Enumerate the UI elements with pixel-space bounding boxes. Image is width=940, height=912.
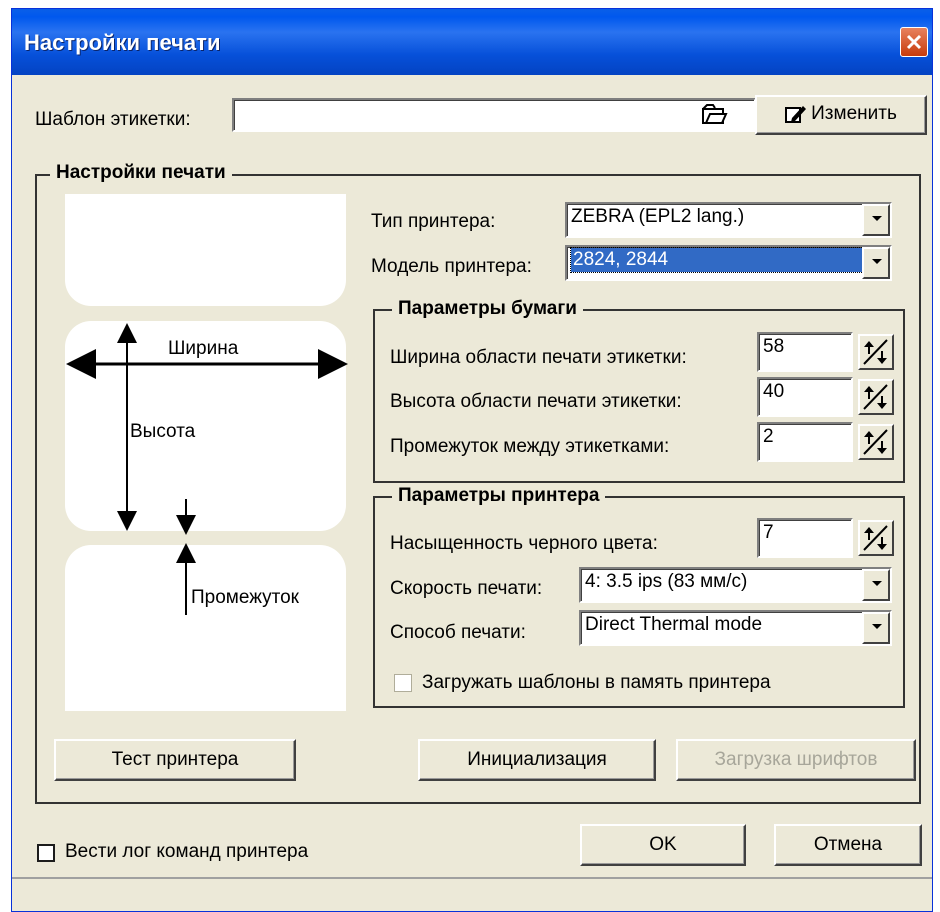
spin-arrows-icon [863, 339, 888, 365]
printer-type-dropdown-arrow[interactable] [862, 204, 890, 236]
print-settings-dialog: Настройки печати Шаблон этикетки: Измени… [11, 8, 933, 912]
spin-arrows-icon [863, 384, 888, 410]
spin-arrows-icon [863, 429, 888, 455]
printer-type-value: ZEBRA (EPL2 lang.) [571, 206, 745, 227]
speed-value: 4: 3.5 ips (83 мм/с) [585, 571, 748, 592]
paper-gap-label: Промежуток между этикетками: [390, 436, 670, 457]
print-mode-dropdown-arrow[interactable] [862, 612, 890, 644]
upload-templates-label: Загружать шаблоны в память принтера [422, 672, 771, 693]
log-commands-checkbox[interactable] [37, 844, 55, 862]
paper-width-spinner[interactable] [858, 334, 894, 370]
paper-height-input[interactable]: 40 [757, 377, 853, 417]
printer-type-label: Тип принтера: [371, 211, 496, 232]
print-mode-select[interactable]: Direct Thermal mode [579, 610, 892, 646]
paper-gap-input[interactable]: 2 [757, 422, 853, 462]
darkness-input[interactable]: 7 [757, 518, 853, 558]
printer-model-select[interactable]: 2824, 2844 [565, 245, 892, 281]
darkness-label: Насыщенность черного цвета: [390, 533, 658, 554]
load-fonts-button[interactable]: Загрузка шрифтов [676, 739, 916, 781]
paper-height-spinner[interactable] [858, 379, 894, 415]
paper-height-label: Высота области печати этикетки: [390, 391, 682, 412]
printer-model-dropdown-arrow[interactable] [862, 247, 890, 279]
ok-button[interactable]: OK [580, 824, 746, 866]
paper-width-label: Ширина области печати этикетки: [390, 347, 687, 368]
diagram-gap-label: Промежуток [191, 587, 299, 608]
diagram-width-label: Ширина [168, 338, 239, 359]
cancel-button[interactable]: Отмена [774, 824, 922, 866]
speed-select[interactable]: 4: 3.5 ips (83 мм/с) [579, 567, 892, 603]
initialize-button[interactable]: Инициализация [418, 739, 656, 781]
print-mode-label: Способ печати: [390, 622, 526, 643]
paper-width-input[interactable]: 58 [757, 332, 853, 372]
speed-label: Скорость печати: [390, 578, 543, 599]
printer-model-value: 2824, 2844 [570, 247, 870, 273]
spin-arrows-icon [863, 525, 888, 551]
darkness-spinner[interactable] [858, 520, 894, 556]
test-printer-button[interactable]: Тест принтера [54, 739, 296, 781]
paper-gap-spinner[interactable] [858, 424, 894, 460]
speed-dropdown-arrow[interactable] [862, 569, 890, 601]
upload-templates-checkbox[interactable] [394, 674, 412, 692]
log-commands-label: Вести лог команд принтера [65, 841, 309, 862]
paper-params-group-title: Параметры бумаги [392, 298, 583, 320]
diagram-height-label: Высота [130, 421, 196, 442]
printer-model-label: Модель принтера: [371, 256, 532, 277]
printer-params-group-title: Параметры принтера [392, 485, 606, 507]
status-bar [12, 877, 932, 911]
printer-type-select[interactable]: ZEBRA (EPL2 lang.) [565, 202, 892, 238]
print-mode-value: Direct Thermal mode [585, 614, 763, 635]
